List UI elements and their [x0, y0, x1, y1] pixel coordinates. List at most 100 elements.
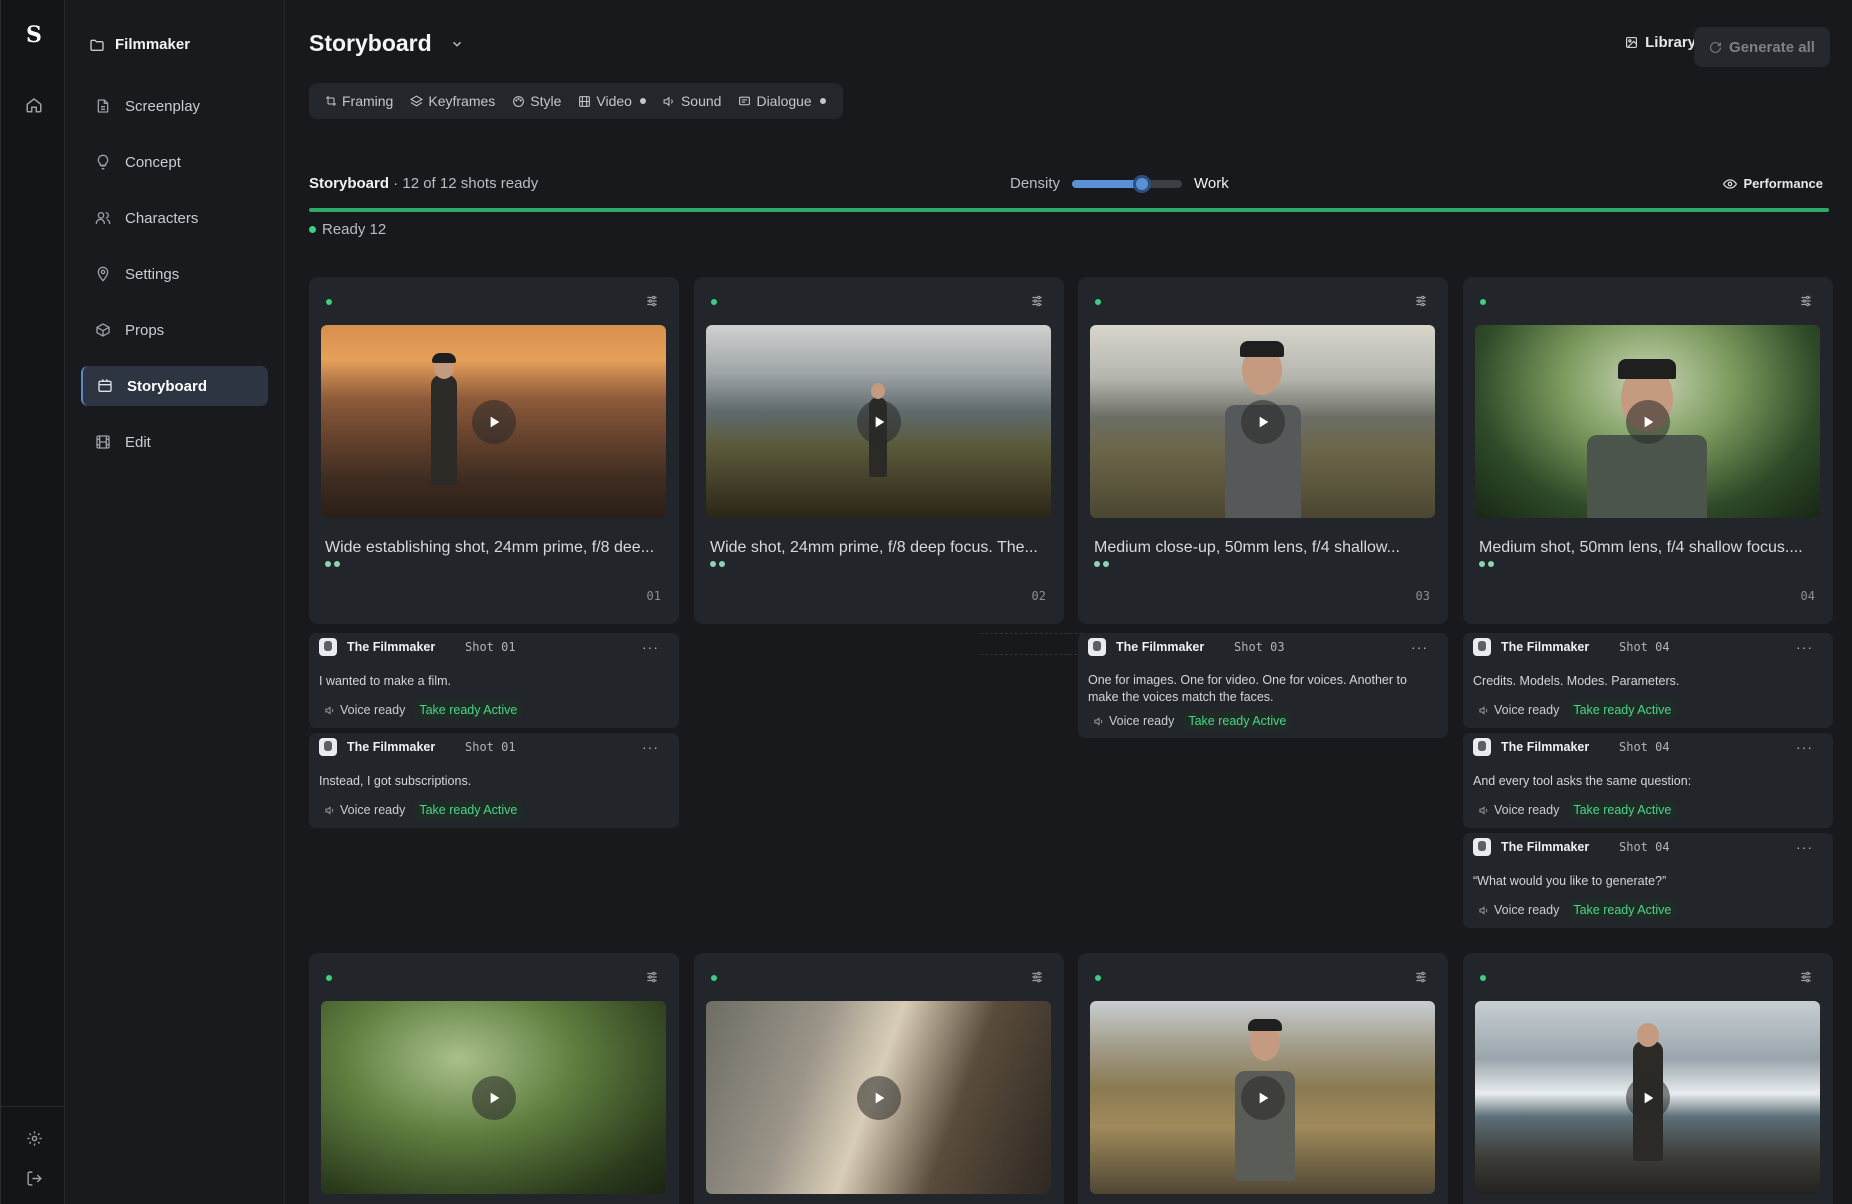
- tab-style[interactable]: Style: [504, 83, 570, 119]
- tab-framing[interactable]: Framing: [317, 83, 402, 119]
- voice-label: Voice ready: [1494, 903, 1560, 917]
- take-status-badge[interactable]: Take ready Active: [415, 801, 522, 819]
- voice-status[interactable]: Voice ready: [1475, 801, 1563, 819]
- shot-card[interactable]: Wide establishing shot, 24mm prime, f/8 …: [309, 277, 679, 624]
- ready-progress-bar: [309, 208, 1829, 212]
- voice-status[interactable]: Voice ready: [1090, 712, 1178, 730]
- gear-icon[interactable]: [23, 1127, 45, 1149]
- sidebar-item-characters[interactable]: Characters: [81, 198, 268, 238]
- take-status-badge[interactable]: Take ready Active: [415, 701, 522, 719]
- play-icon[interactable]: [471, 1075, 516, 1120]
- shot-card[interactable]: Medium shot, 50mm lens, f/4 shallow focu…: [1463, 277, 1833, 624]
- logout-icon[interactable]: [23, 1167, 45, 1189]
- shot-thumbnail[interactable]: [706, 325, 1051, 518]
- voice-status[interactable]: Voice ready: [1475, 901, 1563, 919]
- dialogue-card[interactable]: The Filmmaker Shot 04 ··· “What would yo…: [1463, 833, 1833, 928]
- home-icon[interactable]: [23, 94, 45, 116]
- sliders-icon[interactable]: [1030, 970, 1044, 984]
- play-icon[interactable]: [1240, 1075, 1285, 1120]
- tab-sound[interactable]: Sound: [655, 83, 730, 119]
- sidebar-item-concept[interactable]: Concept: [81, 142, 268, 182]
- project-switcher[interactable]: Filmmaker: [89, 36, 190, 53]
- voice-status[interactable]: Voice ready: [1475, 701, 1563, 719]
- dialogue-card[interactable]: The Filmmaker Shot 01 ··· Instead, I got…: [309, 733, 679, 828]
- app-logo[interactable]: S: [21, 22, 47, 48]
- shot-thumbnail[interactable]: [1090, 325, 1435, 518]
- more-menu-icon[interactable]: ···: [1411, 639, 1428, 655]
- take-status-badge[interactable]: Take ready Active: [1569, 801, 1676, 819]
- shot-card[interactable]: Wide shot, 24mm prime, f/8 deep focus. T…: [694, 277, 1064, 624]
- shot-card[interactable]: [1463, 953, 1833, 1204]
- shot-thumbnail[interactable]: [1475, 1001, 1820, 1194]
- tab-dialogue[interactable]: Dialogue: [730, 83, 834, 119]
- shot-card[interactable]: [694, 953, 1064, 1204]
- shot-thumbnail[interactable]: [1475, 325, 1820, 518]
- more-menu-icon[interactable]: ···: [642, 739, 659, 755]
- sidebar-item-label: Characters: [125, 209, 199, 227]
- dialogue-card[interactable]: The Filmmaker Shot 03 ··· One for images…: [1078, 633, 1448, 738]
- density-control: Density Work: [1010, 174, 1229, 193]
- play-icon[interactable]: [471, 399, 516, 444]
- crop-icon: [326, 96, 336, 106]
- more-menu-icon[interactable]: ···: [1796, 739, 1813, 755]
- shot-thumbnail[interactable]: [321, 325, 666, 518]
- tab-video[interactable]: Video: [570, 83, 655, 119]
- dialogue-shot: Shot 01: [465, 740, 516, 754]
- tab-label: Keyframes: [428, 93, 496, 109]
- dialogue-line: I wanted to make a film.: [319, 674, 452, 688]
- shot-card[interactable]: [1078, 953, 1448, 1204]
- take-status-badge[interactable]: Take ready Active: [1569, 901, 1676, 919]
- sliders-icon[interactable]: [1414, 294, 1428, 308]
- shot-take-dots: [325, 561, 340, 567]
- voice-status[interactable]: Voice ready: [321, 801, 409, 819]
- dialogue-speaker: The Filmmaker: [347, 640, 436, 654]
- sliders-icon[interactable]: [1799, 294, 1813, 308]
- shot-thumbnail[interactable]: [706, 1001, 1051, 1194]
- sliders-icon[interactable]: [1414, 970, 1428, 984]
- performance-toggle[interactable]: Performance: [1722, 176, 1823, 191]
- map-pin-icon: [97, 266, 109, 282]
- play-icon[interactable]: [856, 399, 901, 444]
- voice-label: Voice ready: [1494, 703, 1560, 717]
- shot-card[interactable]: [309, 953, 679, 1204]
- sidebar-item-props[interactable]: Props: [81, 310, 268, 350]
- sliders-icon[interactable]: [1799, 970, 1813, 984]
- shot-take-dots: [710, 561, 725, 567]
- generate-all-button[interactable]: Generate all: [1694, 27, 1830, 67]
- more-menu-icon[interactable]: ···: [642, 639, 659, 655]
- dialogue-speaker: The Filmmaker: [347, 740, 436, 754]
- take-status-badge[interactable]: Take ready Active: [1184, 712, 1291, 730]
- more-menu-icon[interactable]: ···: [1796, 839, 1813, 855]
- speaker-icon: [325, 805, 334, 815]
- play-icon[interactable]: [1240, 399, 1285, 444]
- dialogue-card[interactable]: The Filmmaker Shot 04 ··· And every tool…: [1463, 733, 1833, 828]
- dialogue-line: Instead, I got subscriptions.: [319, 774, 472, 788]
- sliders-icon[interactable]: [645, 970, 659, 984]
- dialogue-card[interactable]: The Filmmaker Shot 04 ··· Credits. Model…: [1463, 633, 1833, 728]
- dialogue-card[interactable]: The Filmmaker Shot 01 ··· I wanted to ma…: [309, 633, 679, 728]
- chevron-down-icon[interactable]: [450, 37, 464, 51]
- sliders-icon[interactable]: [1030, 294, 1044, 308]
- shot-thumbnail[interactable]: [1090, 1001, 1435, 1194]
- sidebar-item-label: Settings: [125, 265, 180, 283]
- sidebar-item-screenplay[interactable]: Screenplay: [81, 86, 268, 126]
- play-icon[interactable]: [1625, 399, 1670, 444]
- voice-label: Voice ready: [1494, 803, 1560, 817]
- sidebar-item-edit[interactable]: Edit: [81, 422, 268, 462]
- shot-card[interactable]: Medium close-up, 50mm lens, f/4 shallow.…: [1078, 277, 1448, 624]
- speaker-icon: [325, 705, 334, 715]
- more-menu-icon[interactable]: ···: [1796, 639, 1813, 655]
- library-button[interactable]: Library: [1625, 34, 1696, 51]
- play-icon[interactable]: [1625, 1075, 1670, 1120]
- shot-thumbnail[interactable]: [321, 1001, 666, 1194]
- voice-status[interactable]: Voice ready: [321, 701, 409, 719]
- play-icon[interactable]: [856, 1075, 901, 1120]
- tab-keyframes[interactable]: Keyframes: [402, 83, 504, 119]
- density-label: Density: [1010, 175, 1061, 192]
- density-slider[interactable]: [1072, 174, 1183, 193]
- sidebar-item-settings[interactable]: Settings: [81, 254, 268, 294]
- sliders-icon[interactable]: [645, 294, 659, 308]
- take-status-badge[interactable]: Take ready Active: [1569, 701, 1676, 719]
- density-slider-handle[interactable]: [1133, 174, 1152, 193]
- sidebar-item-storyboard[interactable]: Storyboard: [81, 366, 268, 406]
